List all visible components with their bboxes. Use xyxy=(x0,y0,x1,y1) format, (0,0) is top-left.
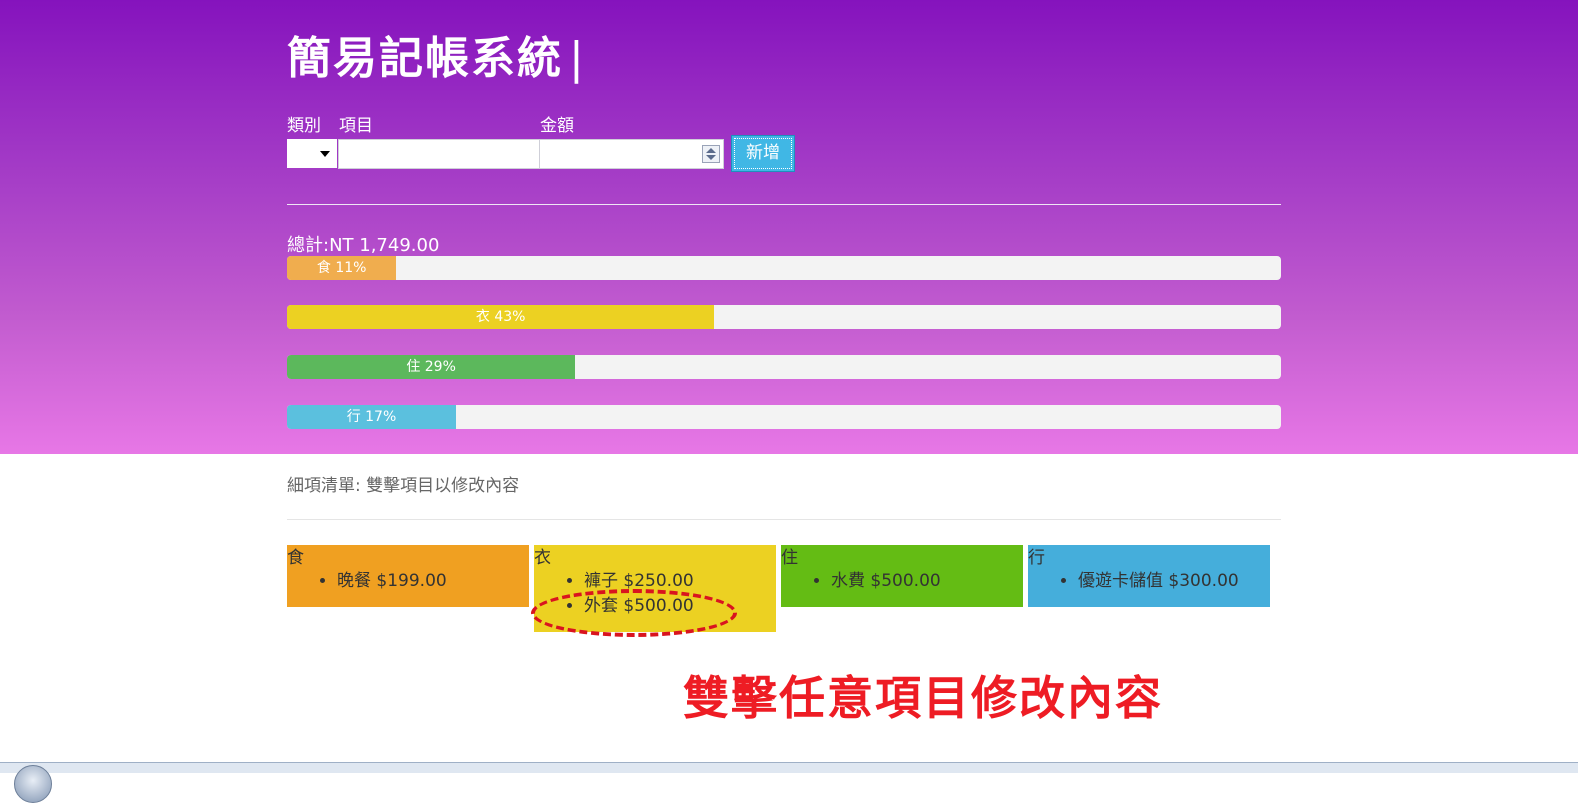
annotation-caption: 雙擊任意項目修改內容 xyxy=(683,671,1163,725)
progress-bar-housing: 住 29% xyxy=(287,355,576,379)
category-name: 行 xyxy=(1028,548,1045,568)
category-card-transport: 行 優遊卡儲值 $300.00 xyxy=(1028,545,1270,607)
amount-input[interactable] xyxy=(539,139,724,169)
item-input[interactable] xyxy=(338,139,540,169)
detail-list-heading: 細項清單: 雙擊項目以修改內容 xyxy=(287,476,520,496)
category-name: 衣 xyxy=(534,548,551,568)
taskbar xyxy=(0,762,1578,803)
progress-bar-food: 食 11% xyxy=(287,256,397,280)
divider xyxy=(287,204,1281,205)
stepper-up-icon[interactable] xyxy=(706,148,716,153)
category-card-food: 食 晚餐 $199.00 xyxy=(287,545,529,607)
item-label: 項目 xyxy=(339,116,373,136)
progress-track-transport: 行 17% xyxy=(287,405,1281,429)
category-label: 類別 xyxy=(287,116,321,136)
progress-track-clothing: 衣 43% xyxy=(287,305,1281,329)
progress-track-food: 食 11% xyxy=(287,256,1281,280)
stepper-down-icon[interactable] xyxy=(706,155,716,160)
progress-bar-transport: 行 17% xyxy=(287,405,456,429)
list-item[interactable]: 優遊卡儲值 $300.00 xyxy=(1078,569,1270,594)
category-name: 食 xyxy=(287,548,304,568)
list-item[interactable]: 水費 $500.00 xyxy=(831,569,1023,594)
highlight-ellipse xyxy=(531,589,737,637)
page-title: 簡易記帳系統 | xyxy=(287,33,586,84)
progress-track-housing: 住 29% xyxy=(287,355,1281,379)
chevron-down-icon xyxy=(320,151,330,157)
total-amount: 總計:NT 1,749.00 xyxy=(287,235,440,256)
list-item[interactable]: 晚餐 $199.00 xyxy=(337,569,529,594)
divider xyxy=(287,519,1281,520)
category-card-housing: 住 水費 $500.00 xyxy=(781,545,1023,607)
category-select[interactable] xyxy=(287,139,337,168)
add-button[interactable]: 新增 xyxy=(731,135,795,172)
header-banner: 簡易記帳系統 | 類別 項目 金額 新增 總計:NT 1,749.00 食 11%… xyxy=(0,0,1578,454)
text-cursor: | xyxy=(569,33,586,84)
category-name: 住 xyxy=(781,548,798,568)
progress-bar-clothing: 衣 43% xyxy=(287,305,715,329)
start-orb-icon[interactable] xyxy=(14,765,52,803)
amount-label: 金額 xyxy=(540,116,574,136)
amount-stepper[interactable] xyxy=(702,145,720,163)
